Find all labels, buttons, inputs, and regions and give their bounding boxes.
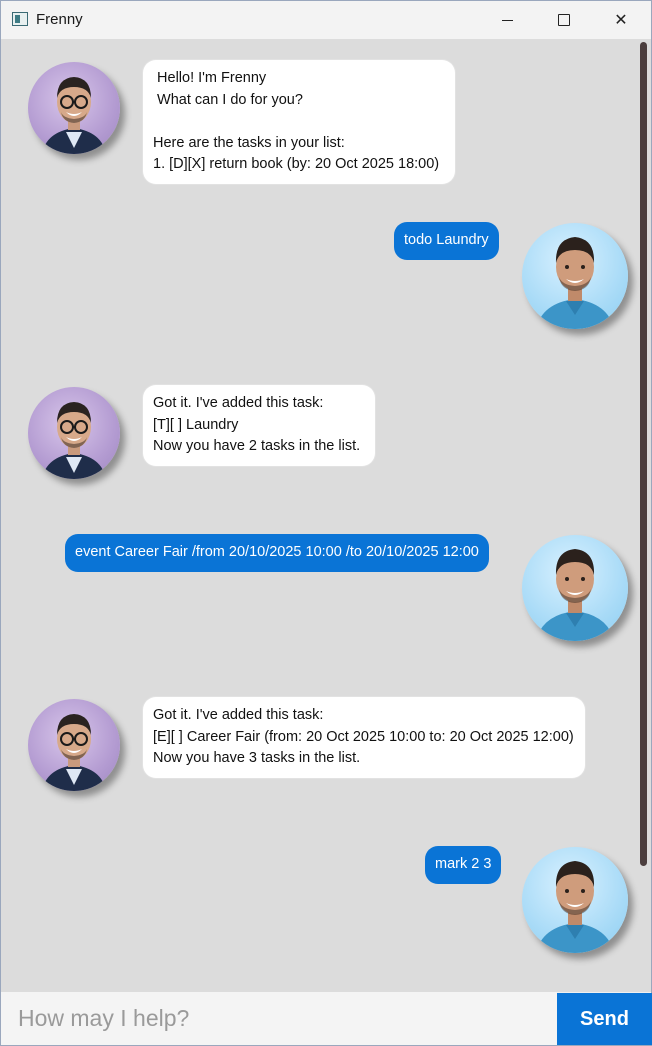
message-line: Got it. I've added this task:	[153, 707, 324, 723]
bot-avatar	[28, 387, 120, 479]
bot-avatar	[28, 699, 120, 791]
window-title: Frenny	[36, 11, 83, 28]
app-icon	[12, 12, 28, 26]
bot-message: Got it. I've added this task: [T][ ] Lau…	[143, 385, 375, 466]
bot-avatar-image	[42, 402, 106, 479]
maximize-button[interactable]	[535, 1, 593, 39]
minimize-icon	[501, 19, 513, 21]
message-text: todo Laundry	[404, 232, 489, 248]
user-avatar	[522, 223, 628, 329]
message-line: 1. [D][X] return book (by: 20 Oct 2025 1…	[153, 156, 440, 172]
user-avatar-image	[536, 861, 614, 953]
message-line: [T][ ] Laundry	[153, 416, 239, 433]
bot-avatar	[28, 62, 120, 154]
message-line: [E][ ] Career Fair (from: 20 Oct 2025 10…	[153, 728, 574, 745]
user-avatar-image	[536, 549, 614, 641]
minimize-button[interactable]	[478, 1, 536, 39]
close-button[interactable]: ✕	[592, 1, 650, 39]
message-line: Now you have 2 tasks in the list.	[153, 438, 361, 454]
message-line: Now you have 3 tasks in the list.	[153, 750, 361, 766]
message-line: Hello! I'm Frenny	[153, 70, 267, 86]
bot-avatar-image	[42, 714, 106, 791]
scrollbar-thumb[interactable]	[640, 42, 647, 866]
title-bar: Frenny ✕	[1, 1, 651, 39]
maximize-icon	[558, 14, 570, 26]
message-line: Here are the tasks in your list:	[153, 134, 345, 151]
bot-message: Got it. I've added this task: [E][ ] Car…	[143, 697, 585, 778]
bot-message: Hello! I'm Frenny What can I do for you?…	[143, 60, 455, 184]
user-message: todo Laundry	[394, 222, 499, 260]
message-text: mark 2 3	[435, 856, 492, 872]
user-avatar-image	[536, 237, 614, 329]
message-line	[153, 111, 445, 133]
input-bar: Send	[1, 992, 652, 1045]
user-avatar	[522, 847, 628, 953]
message-input[interactable]	[1, 992, 557, 1045]
send-button[interactable]: Send	[557, 993, 652, 1045]
user-avatar	[522, 535, 628, 641]
close-icon: ✕	[614, 12, 628, 29]
app-window: Frenny ✕ Hello! I'm Frenny What can I do…	[0, 0, 652, 1046]
user-message: event Career Fair /from 20/10/2025 10:00…	[65, 534, 489, 572]
bot-avatar-image	[42, 77, 106, 154]
user-message: mark 2 3	[425, 846, 502, 884]
message-text: event Career Fair /from 20/10/2025 10:00…	[75, 544, 479, 560]
message-line: Got it. I've added this task:	[153, 395, 324, 411]
message-line: What can I do for you?	[153, 91, 303, 108]
chat-scroll-pane[interactable]: Hello! I'm Frenny What can I do for you?…	[1, 39, 651, 992]
